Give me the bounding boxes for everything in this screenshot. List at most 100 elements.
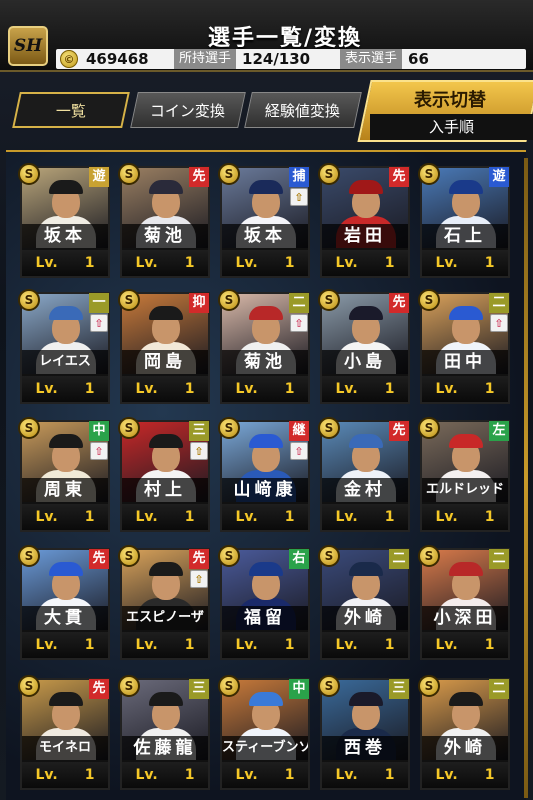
player-name: 外崎 — [322, 606, 408, 630]
player-card[interactable]: 山﨑康 Lv. 1 S 継 ⇧ — [218, 417, 310, 532]
player-name: 小島 — [322, 350, 408, 374]
tab-exp-convert[interactable]: 経験値変換 — [244, 92, 362, 128]
position-badge: 二 — [489, 549, 509, 569]
player-level: Lv. 1 — [322, 250, 408, 276]
player-name: 佐藤龍 — [122, 736, 208, 760]
player-name: 山﨑康 — [222, 478, 308, 502]
position-badge: 先 — [389, 167, 409, 187]
player-name: 坂本 — [222, 224, 308, 248]
player-level: Lv. 1 — [422, 250, 508, 276]
rank-s-icon: S — [218, 417, 240, 439]
player-card[interactable]: スティーブンソンLv.1 S 中 — [218, 675, 310, 790]
header-bar: SH 選手一覧/変換 © 469468 所持選手 124/130 表示選手 66 — [0, 0, 533, 72]
player-card[interactable]: 大貫 Lv. 1 S 先 — [18, 545, 110, 660]
player-card[interactable]: 周東 Lv. 1 S 中 ⇧ — [18, 417, 110, 532]
position-badge: 中 — [289, 679, 309, 699]
player-name: 金村 — [322, 478, 408, 502]
level-up-icon: ⇧ — [290, 188, 308, 206]
player-card[interactable]: 外崎 Lv. 1 S 二 — [318, 545, 410, 660]
player-level: Lv. 1 — [422, 376, 508, 402]
player-level: Lv. 1 — [222, 762, 308, 788]
sort-order-value[interactable]: 入手順 — [370, 114, 533, 140]
player-level: Lv. 1 — [122, 376, 208, 402]
player-level: Lv. 1 — [222, 376, 308, 402]
level-up-icon: ⇧ — [290, 314, 308, 332]
player-card[interactable]: 村上 Lv. 1 S 三 ⇧ — [118, 417, 210, 532]
rank-s-icon: S — [18, 417, 40, 439]
position-badge: 先 — [389, 421, 409, 441]
player-level: Lv. 1 — [422, 504, 508, 530]
position-badge: 右 — [289, 549, 309, 569]
rank-s-icon: S — [318, 675, 340, 697]
rank-s-icon: S — [318, 545, 340, 567]
rank-s-icon: S — [18, 675, 40, 697]
player-card[interactable]: 福留 Lv. 1 S 右 — [218, 545, 310, 660]
position-badge: 二 — [489, 679, 509, 699]
position-badge: 二 — [489, 293, 509, 313]
tab-list[interactable]: 一覧 — [12, 92, 130, 128]
player-level: Lv. 1 — [22, 504, 108, 530]
player-level: Lv. 1 — [422, 632, 508, 658]
player-name: モイネロ — [22, 736, 108, 760]
rank-s-icon: S — [218, 163, 240, 185]
player-card[interactable]: 石上 Lv. 1 S 遊 — [418, 163, 510, 278]
coin-count: 469468 — [86, 50, 149, 68]
position-badge: 左 — [489, 421, 509, 441]
tab-coin-convert[interactable]: コイン変換 — [130, 92, 246, 128]
owned-players-value: 124/130 — [242, 50, 311, 68]
player-level: Lv. 1 — [122, 762, 208, 788]
coin-icon: © — [60, 50, 78, 68]
player-card[interactable]: 岡島 Lv. 1 S 抑 — [118, 289, 210, 404]
player-card[interactable]: 金村 Lv. 1 S 先 — [318, 417, 410, 532]
player-card[interactable]: エスピノーザ Lv. 1 S 先 ⇧ — [118, 545, 210, 660]
player-name: 岩田 — [322, 224, 408, 248]
position-badge: 二 — [289, 293, 309, 313]
player-name: 菊池 — [222, 350, 308, 374]
shown-players-label: 表示選手 — [340, 49, 403, 69]
player-card[interactable]: 小深田 Lv. 1 S 二 — [418, 545, 510, 660]
scrollbar[interactable] — [524, 158, 528, 798]
level-up-icon: ⇧ — [90, 314, 108, 332]
rank-s-icon: S — [418, 163, 440, 185]
player-level: Lv. 1 — [22, 762, 108, 788]
player-card[interactable]: 菊池 Lv. 1 S 先 — [118, 163, 210, 278]
player-card[interactable]: 西巻 Lv. 1 S 三 — [318, 675, 410, 790]
position-badge: 捕 — [289, 167, 309, 187]
player-level: Lv. 1 — [222, 632, 308, 658]
player-card[interactable]: 坂本 Lv. 1 S 捕 ⇧ — [218, 163, 310, 278]
player-name: 小深田 — [422, 606, 508, 630]
rank-s-icon: S — [318, 417, 340, 439]
shown-players-value: 66 — [408, 50, 429, 68]
position-badge: 二 — [389, 549, 409, 569]
rank-s-icon: S — [418, 545, 440, 567]
display-toggle-label: 表示切替 — [414, 90, 486, 111]
player-level: Lv. 1 — [122, 504, 208, 530]
player-name: エスピノーザ — [122, 606, 208, 630]
player-card[interactable]: 佐藤龍 Lv. 1 S 三 — [118, 675, 210, 790]
level-up-icon: ⇧ — [290, 442, 308, 460]
player-name: 坂本 — [22, 224, 108, 248]
player-card[interactable]: 外崎 Lv. 1 S 二 — [418, 675, 510, 790]
level-up-icon: ⇧ — [190, 442, 208, 460]
player-level: Lv. 1 — [22, 376, 108, 402]
level-up-icon: ⇧ — [490, 314, 508, 332]
position-badge: 先 — [389, 293, 409, 313]
player-card[interactable]: 菊池 Lv. 1 S 二 ⇧ — [218, 289, 310, 404]
rank-s-icon: S — [218, 675, 240, 697]
player-card[interactable]: モイネロ Lv. 1 S 先 — [18, 675, 110, 790]
position-badge: 抑 — [189, 293, 209, 313]
rank-s-icon: S — [18, 163, 40, 185]
player-card[interactable]: 小島 Lv. 1 S 先 — [318, 289, 410, 404]
player-card[interactable]: 岩田 Lv. 1 S 先 — [318, 163, 410, 278]
rank-s-icon: S — [418, 675, 440, 697]
player-name: レイエス — [22, 350, 108, 374]
rank-s-icon: S — [218, 545, 240, 567]
player-card[interactable]: レイエス Lv. 1 S 一 ⇧ — [18, 289, 110, 404]
position-badge: 三 — [389, 679, 409, 699]
player-card[interactable]: 田中 Lv. 1 S 二 ⇧ — [418, 289, 510, 404]
player-name: 田中 — [422, 350, 508, 374]
player-card[interactable]: エルドレッド Lv. 1 S 左 — [418, 417, 510, 532]
player-name: 西巻 — [322, 736, 408, 760]
info-bar: © 469468 所持選手 124/130 表示選手 66 — [56, 49, 526, 69]
player-card[interactable]: 坂本 Lv. 1 S 遊 — [18, 163, 110, 278]
